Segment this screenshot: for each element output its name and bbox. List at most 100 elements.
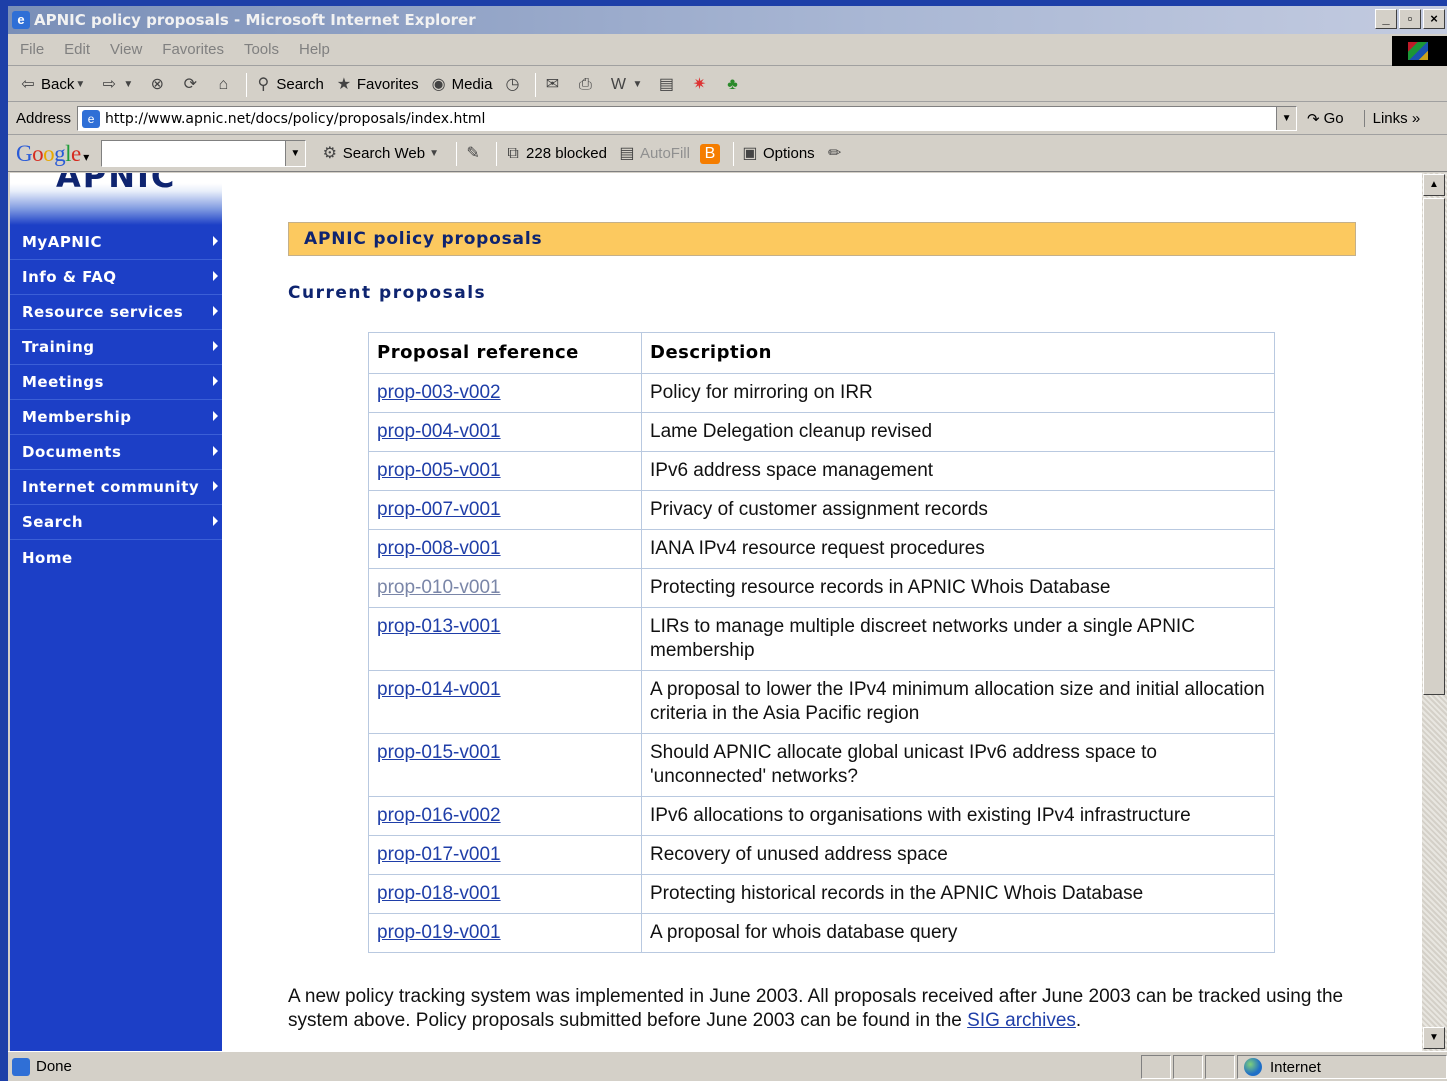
links-label: Links	[1372, 110, 1408, 127]
nav-list: MyAPNIC Info & FAQ Resource services Traini…	[10, 225, 222, 575]
chevron-down-icon[interactable]: ▼	[74, 75, 86, 95]
table-header-row: Proposal reference Description	[368, 332, 1275, 374]
menu-file[interactable]: File	[20, 41, 44, 58]
sidebar-item-membership[interactable]: Membership	[10, 400, 222, 435]
scroll-thumb[interactable]	[1423, 198, 1445, 695]
proposal-reference-cell: prop-004-v001	[368, 412, 642, 452]
sidebar-item-internet-community[interactable]: Internet community	[10, 470, 222, 505]
chevron-right-icon	[213, 341, 218, 351]
refresh-icon: ⟳	[183, 75, 198, 93]
mail-button[interactable]: ✉	[542, 75, 565, 95]
vertical-scrollbar[interactable]: ▲ ▼	[1422, 173, 1447, 1051]
proposal-link[interactable]: prop-004-v001	[377, 421, 501, 442]
home-button[interactable]: ⌂	[213, 75, 236, 95]
links-button[interactable]: Links »	[1363, 110, 1420, 127]
stop-button[interactable]: ⊗	[147, 75, 170, 95]
proposal-link[interactable]: prop-017-v001	[377, 844, 501, 865]
media-button[interactable]: ◉ Media	[429, 75, 493, 95]
address-dropdown-button[interactable]: ▼	[1276, 107, 1297, 130]
proposal-link[interactable]: prop-016-v002	[377, 805, 501, 826]
proposal-link[interactable]: prop-013-v001	[377, 616, 501, 637]
tracking-note-end: .	[1075, 1010, 1082, 1031]
print-button[interactable]: ⎙	[575, 75, 598, 95]
chevron-down-icon[interactable]: ▼	[631, 75, 643, 95]
menu-favorites[interactable]: Favorites	[162, 41, 224, 58]
maximize-button[interactable]: ▫	[1399, 9, 1421, 29]
sig-archives-link[interactable]: SIG archives	[967, 1010, 1076, 1031]
apnic-logo[interactable]: APNIC	[10, 173, 222, 225]
go-button[interactable]: ↷ Go	[1307, 110, 1344, 128]
address-input[interactable]: e http://www.apnic.net/docs/policy/propo…	[77, 106, 1298, 131]
sidebar-item-myapnic[interactable]: MyAPNIC	[10, 225, 222, 260]
sidebar-nav: APNIC MyAPNIC Info & FAQ Resource services…	[10, 173, 222, 1051]
menu-tools[interactable]: Tools	[244, 41, 279, 58]
home-icon: ⌂	[218, 75, 229, 93]
proposal-link[interactable]: prop-014-v001	[377, 679, 501, 700]
proposal-description: Recovery of unused address space	[641, 835, 1275, 875]
popup-blocked-count: 228 blocked	[526, 145, 607, 162]
menu-edit[interactable]: Edit	[64, 41, 90, 58]
options-button[interactable]: ▣ Options	[740, 144, 815, 164]
refresh-button[interactable]: ⟳	[180, 75, 203, 95]
table-row: prop-010-v001 Protecting resource records…	[368, 568, 1275, 608]
title-bar: e APNIC policy proposals - Microsoft Int…	[8, 6, 1447, 34]
proposal-link[interactable]: prop-003-v002	[377, 382, 501, 403]
sidebar-item-label: Meetings	[22, 373, 104, 391]
addon-button[interactable]: ♣	[722, 75, 745, 95]
proposal-link[interactable]: prop-015-v001	[377, 742, 501, 763]
proposal-link[interactable]: prop-010-v001	[377, 577, 501, 598]
forward-button[interactable]: ⇨ ▼	[99, 75, 137, 95]
proposal-link[interactable]: prop-007-v001	[377, 499, 501, 520]
edit-button[interactable]: W ▼	[608, 75, 646, 95]
discuss-button[interactable]: ▤	[656, 75, 679, 95]
address-url[interactable]: http://www.apnic.net/docs/policy/proposa…	[105, 111, 485, 127]
popup-blocker-button[interactable]: ⧉ 228 blocked	[503, 144, 607, 164]
google-search-input[interactable]: ▼	[100, 140, 306, 167]
proposal-reference-cell: prop-018-v001	[368, 874, 642, 914]
blogger-button[interactable]: B	[699, 143, 723, 164]
proposal-link[interactable]: prop-008-v001	[377, 538, 501, 559]
sidebar-item-info-faq[interactable]: Info & FAQ	[10, 260, 222, 295]
menu-view[interactable]: View	[110, 41, 142, 58]
pagerank-button[interactable]: ✎	[463, 144, 486, 164]
sidebar-item-label: Home	[22, 548, 73, 567]
table-row: prop-014-v001 A proposal to lower the IPv…	[368, 670, 1275, 734]
search-button[interactable]: ⚲ Search	[253, 75, 324, 95]
chevron-down-icon[interactable]: ▼	[122, 75, 134, 95]
sidebar-item-documents[interactable]: Documents	[10, 435, 222, 470]
back-button[interactable]: ⇦ Back ▼	[18, 75, 89, 95]
section-title: Current proposals	[288, 283, 487, 303]
sidebar-item-search[interactable]: Search	[10, 505, 222, 540]
minimize-button[interactable]: _	[1375, 9, 1397, 29]
google-logo[interactable]: Google ▾	[16, 141, 89, 167]
proposal-link[interactable]: prop-018-v001	[377, 883, 501, 904]
search-web-button[interactable]: ⚙ Search Web ▼	[320, 144, 446, 164]
autofill-button[interactable]: ▤ AutoFill	[617, 144, 690, 164]
sidebar-item-home[interactable]: Home	[10, 540, 222, 575]
column-header-reference: Proposal reference	[368, 332, 642, 374]
proposal-reference-cell: prop-017-v001	[368, 835, 642, 875]
proposal-link[interactable]: prop-005-v001	[377, 460, 501, 481]
proposal-description: A proposal for whois database query	[641, 913, 1275, 953]
status-pane	[1205, 1055, 1235, 1079]
chevron-right-icon	[213, 271, 218, 281]
status-bar: Done Internet	[8, 1051, 1447, 1081]
close-button[interactable]: ×	[1423, 9, 1445, 29]
chevron-down-icon[interactable]: ▼	[425, 144, 443, 164]
sidebar-item-label: Internet community	[22, 478, 200, 496]
google-search-dropdown[interactable]: ▼	[284, 141, 305, 166]
scroll-up-button[interactable]: ▲	[1423, 174, 1445, 196]
history-button[interactable]: ◷	[502, 75, 525, 95]
sidebar-item-training[interactable]: Training	[10, 330, 222, 365]
highlight-button[interactable]: ✏	[825, 144, 848, 164]
favorites-button[interactable]: ★ Favorites	[334, 75, 419, 95]
menu-help[interactable]: Help	[299, 41, 330, 58]
proposal-reference-cell: prop-007-v001	[368, 490, 642, 530]
options-label: Options	[762, 145, 815, 162]
search-icon: ⚲	[257, 75, 270, 93]
proposal-link[interactable]: prop-019-v001	[377, 922, 501, 943]
messenger-button[interactable]: ✷	[689, 75, 712, 95]
sidebar-item-meetings[interactable]: Meetings	[10, 365, 222, 400]
scroll-down-button[interactable]: ▼	[1423, 1027, 1445, 1049]
sidebar-item-resource-services[interactable]: Resource services	[10, 295, 222, 330]
